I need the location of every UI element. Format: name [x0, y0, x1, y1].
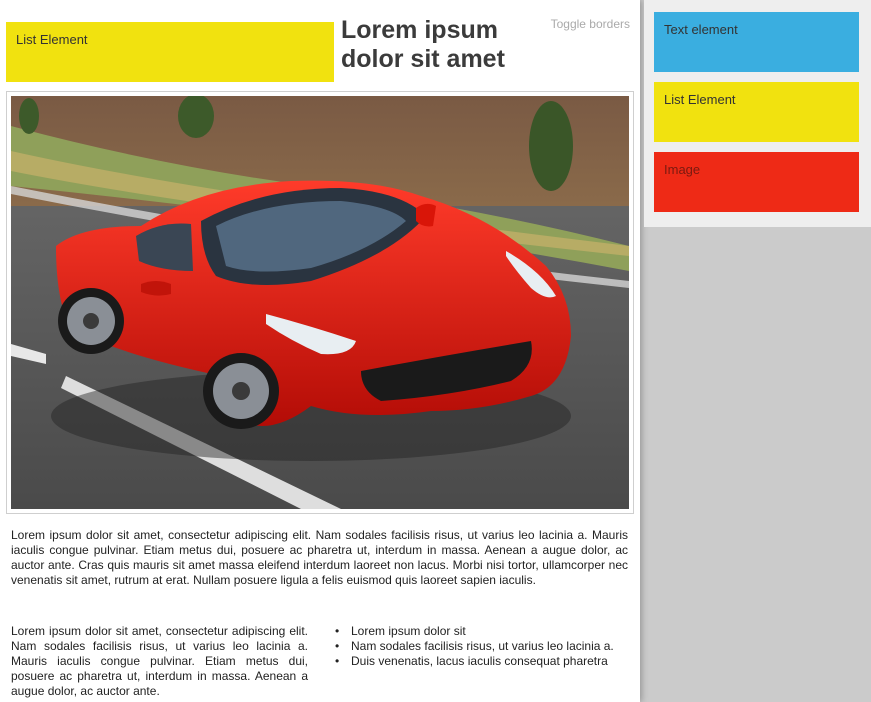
- toggle-borders-link[interactable]: Toggle borders: [551, 17, 630, 31]
- car-photo: [11, 96, 629, 509]
- tile-label: List Element: [664, 92, 736, 107]
- tile-label: Text element: [664, 22, 738, 37]
- list-element-tile[interactable]: List Element: [654, 82, 859, 142]
- list-item: Duis venenatis, lacus iaculis consequat …: [333, 654, 628, 669]
- body-paragraph: Lorem ipsum dolor sit amet, consectetur …: [11, 528, 628, 587]
- list-item: Lorem ipsum dolor sit: [333, 624, 628, 639]
- text-element-tile[interactable]: Text element: [654, 12, 859, 72]
- editor-canvas: List Element Lorem ipsum dolor sit amet …: [0, 0, 640, 702]
- list-element-label: List Element: [16, 32, 88, 47]
- list-element-block[interactable]: List Element: [6, 22, 334, 82]
- element-palette: Text element List Element Image: [644, 0, 871, 227]
- list-item: Nam sodales facilisis risus, ut varius l…: [333, 639, 628, 654]
- image-element-tile[interactable]: Image: [654, 152, 859, 212]
- image-element-block[interactable]: [6, 91, 634, 514]
- bullet-list: Lorem ipsum dolor sit Nam sodales facili…: [333, 624, 628, 669]
- tile-label: Image: [664, 162, 701, 177]
- left-column-text: Lorem ipsum dolor sit amet, consectetur …: [11, 624, 308, 698]
- page-headline: Lorem ipsum dolor sit amet: [341, 16, 505, 73]
